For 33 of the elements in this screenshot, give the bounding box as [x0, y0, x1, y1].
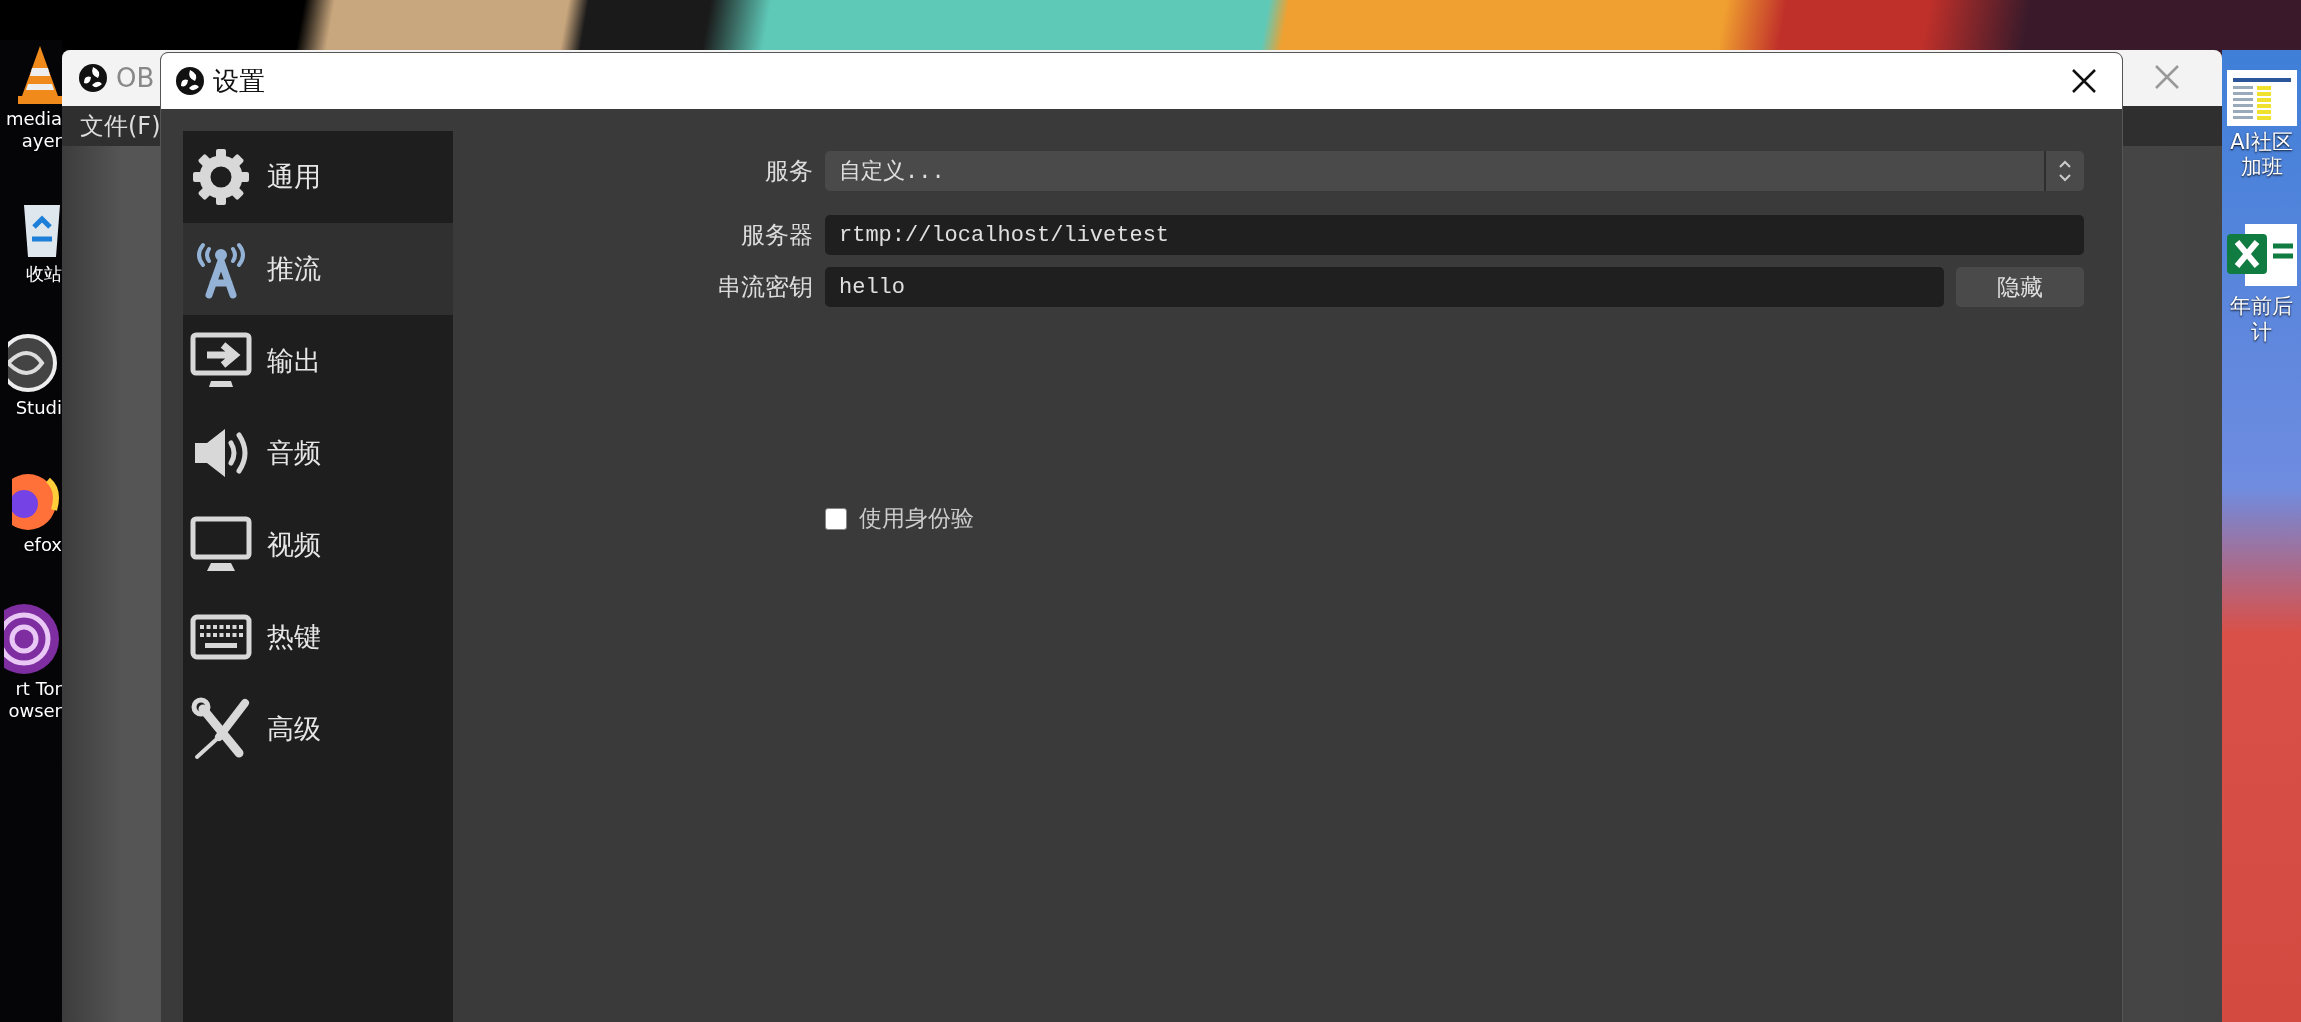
desktop-icon-label[interactable]: 年前后 计 — [2230, 294, 2293, 345]
input-field[interactable]: rtmp://localhost/livetest — [825, 215, 2084, 255]
input-field[interactable]: hello — [825, 267, 1944, 307]
window-title: OB — [116, 63, 155, 93]
window-title: 设置 — [213, 64, 265, 98]
checkbox-label[interactable]: 使用身份验 — [859, 503, 974, 534]
up-down-caret-icon — [2058, 159, 2072, 183]
traffic-cone-icon[interactable] — [18, 44, 62, 104]
sidebar-item[interactable]: 音频 — [183, 407, 453, 499]
sidebar-item[interactable]: 热键 — [183, 591, 453, 683]
close-icon[interactable] — [2070, 67, 2098, 95]
app-logo-icon — [175, 66, 205, 96]
app-logo-icon — [78, 63, 108, 93]
desktop-icon-label[interactable]: 收站 — [26, 263, 62, 285]
checkbox[interactable] — [825, 507, 847, 530]
sidebar-item[interactable]: 输出 — [183, 315, 453, 407]
sidebar-item[interactable]: 视频 — [183, 499, 453, 591]
onion-icon[interactable] — [4, 603, 62, 674]
sidebar-item[interactable]: 高级 — [183, 683, 453, 775]
desktop-icon-label[interactable]: AI社区 加班 — [2230, 130, 2293, 181]
desktop-icon-label[interactable]: media ayer — [5, 108, 62, 152]
sidebar-item[interactable]: 通用 — [183, 131, 453, 223]
sidebar-item[interactable]: 推流 — [183, 223, 453, 315]
desktop-icon-label[interactable]: rt Tor owser — [8, 677, 62, 722]
field-label: 服务器 — [740, 220, 813, 251]
service-dropdown[interactable]: 自定义... — [825, 151, 2084, 191]
menu-item[interactable]: 文件(F) — [80, 110, 161, 142]
field-label: 服务 — [764, 156, 813, 187]
field-label: 串流密钥 — [716, 272, 813, 303]
hide-button[interactable]: 隐藏 — [1956, 267, 2084, 307]
spreadsheet-thumbnail-icon[interactable] — [2226, 70, 2297, 126]
desktop-icon-label[interactable]: Studi — [15, 396, 62, 419]
desktop-icon-label[interactable]: efox — [23, 534, 62, 556]
